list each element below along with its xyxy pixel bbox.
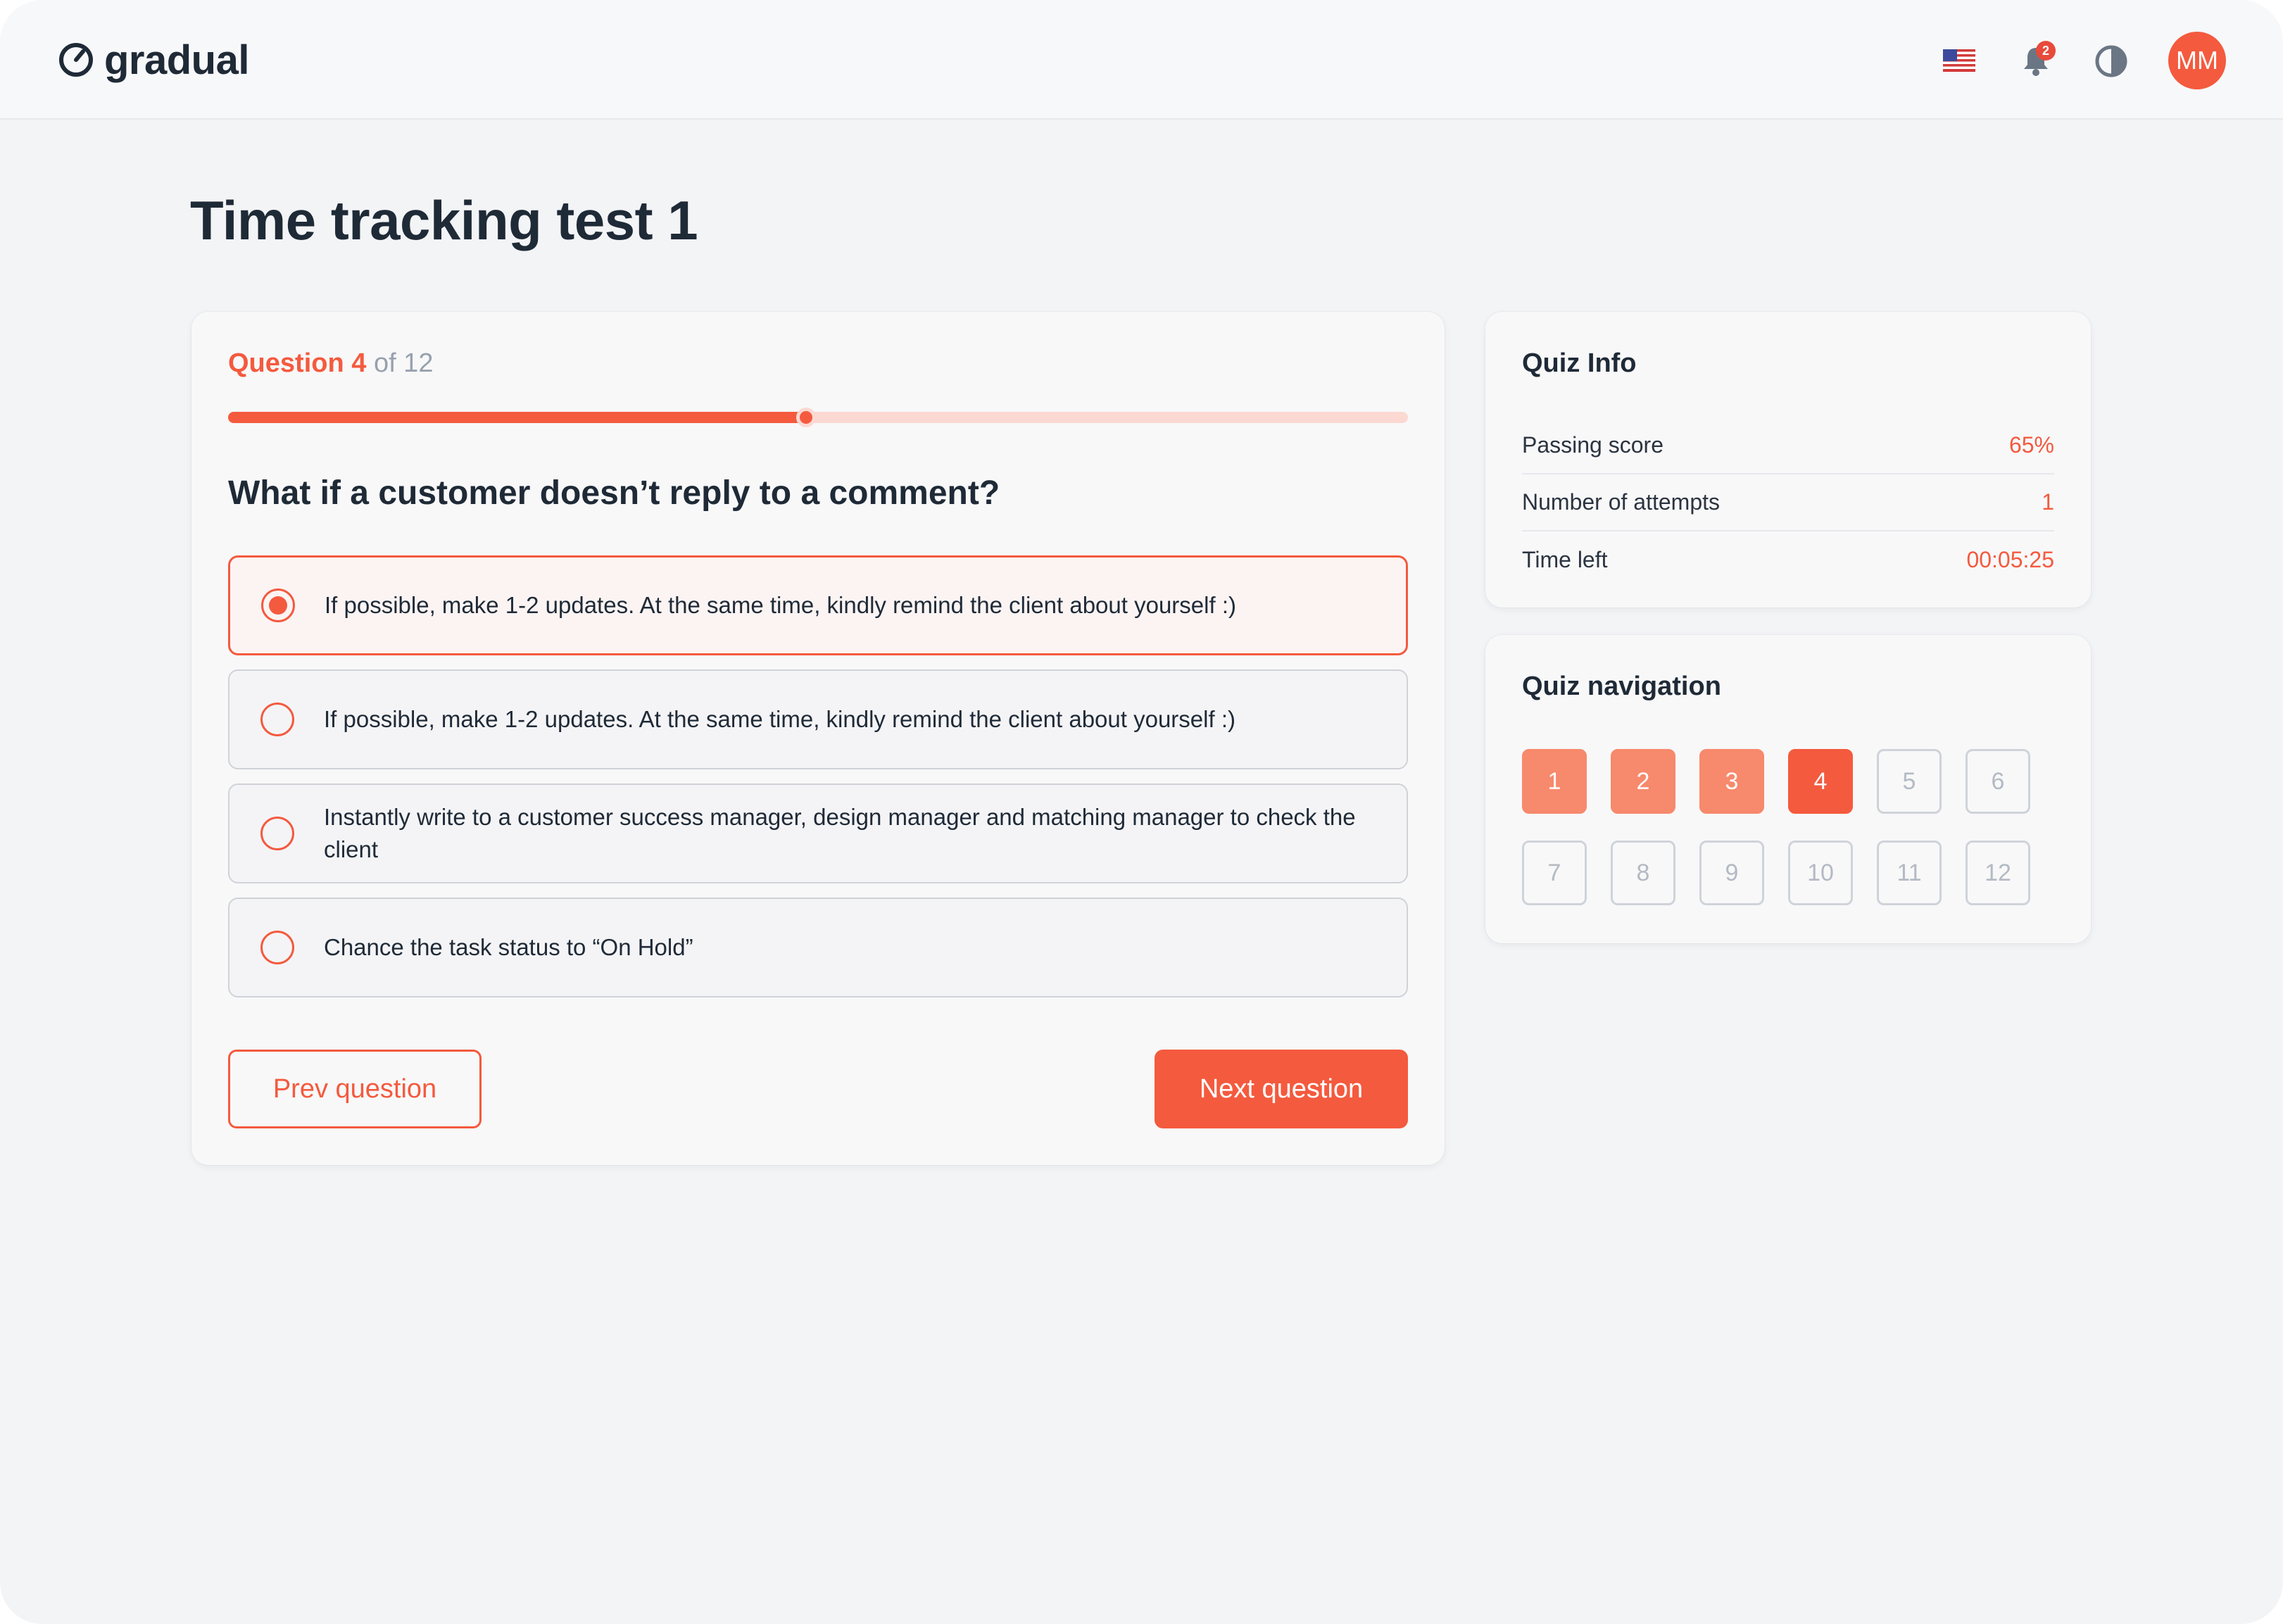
answer-option-text: If possible, make 1-2 updates. At the sa… [324, 706, 1235, 732]
contrast-toggle-icon[interactable] [2094, 44, 2129, 79]
question-text: What if a customer doesn’t reply to a co… [228, 474, 1000, 512]
logo[interactable]: gradual [58, 35, 250, 84]
info-row-time-left: Time left 00:05:25 [1522, 531, 2054, 588]
page-title: Time tracking test 1 [190, 189, 698, 251]
notification-badge: 2 [2036, 41, 2056, 61]
progress-bar [228, 408, 1408, 427]
question-nav-item[interactable]: 2 [1611, 749, 1675, 814]
next-question-button[interactable]: Next question [1155, 1050, 1408, 1128]
radio-button[interactable] [260, 931, 294, 964]
answer-option-2[interactable]: If possible, make 1-2 updates. At the sa… [228, 669, 1408, 769]
radio-button[interactable] [260, 703, 294, 736]
answer-option-text: If possible, make 1-2 updates. At the sa… [325, 592, 1236, 618]
answer-option-1[interactable]: If possible, make 1-2 updates. At the sa… [228, 555, 1408, 655]
question-nav-item[interactable]: 6 [1966, 749, 2030, 814]
gauge-icon [59, 43, 93, 77]
question-card: Question 4 of 12 What if a customer does… [191, 312, 1445, 1165]
question-nav-item[interactable]: 3 [1699, 749, 1764, 814]
question-nav-item[interactable]: 10 [1788, 841, 1853, 905]
question-nav-item[interactable]: 7 [1522, 841, 1587, 905]
current-question-label: Question 4 [228, 348, 367, 378]
answer-option-3[interactable]: Instantly write to a customer success ma… [228, 783, 1408, 883]
answer-options: If possible, make 1-2 updates. At the sa… [228, 555, 1408, 1012]
info-value: 1 [2042, 489, 2054, 515]
question-counter: Question 4 of 12 [228, 348, 433, 379]
quiz-info-card: Quiz Info Passing score 65% Number of at… [1485, 312, 2091, 608]
question-nav-item[interactable]: 8 [1611, 841, 1675, 905]
info-row-passing-score: Passing score 65% [1522, 417, 2054, 474]
info-label: Passing score [1522, 432, 1663, 458]
answer-option-4[interactable]: Chance the task status to “On Hold” [228, 898, 1408, 997]
question-nav-item[interactable]: 5 [1877, 749, 1942, 814]
question-nav-item[interactable]: 11 [1877, 841, 1942, 905]
quiz-navigation-title: Quiz navigation [1522, 672, 1721, 701]
prev-question-button[interactable]: Prev question [228, 1050, 482, 1128]
quiz-info-list: Passing score 65% Number of attempts 1 T… [1522, 417, 2054, 588]
radio-button[interactable] [260, 817, 294, 850]
info-label: Time left [1522, 547, 1608, 572]
quiz-navigation-card: Quiz navigation 1 2 3 4 5 6 7 8 9 10 11 … [1485, 635, 2091, 943]
us-flag-icon[interactable] [1943, 49, 1975, 72]
question-nav-item[interactable]: 1 [1522, 749, 1587, 814]
quiz-info-title: Quiz Info [1522, 348, 1637, 378]
question-nav-grid: 1 2 3 4 5 6 7 8 9 10 11 12 [1522, 749, 2054, 905]
app-window: gradual 2 MM Time tracking test 1 Questi… [0, 0, 2283, 1624]
info-value: 00:05:25 [1966, 547, 2054, 572]
answer-option-text: Chance the task status to “On Hold” [324, 934, 693, 960]
info-row-attempts: Number of attempts 1 [1522, 474, 2054, 531]
radio-button[interactable] [261, 588, 295, 622]
info-label: Number of attempts [1522, 489, 1720, 515]
question-nav-item[interactable]: 12 [1966, 841, 2030, 905]
progress-handle [796, 408, 817, 427]
answer-option-text: Instantly write to a customer success ma… [324, 804, 1356, 862]
avatar[interactable]: MM [2168, 32, 2226, 89]
total-questions-label: of 12 [373, 348, 434, 378]
info-value: 65% [2008, 432, 2054, 458]
question-nav-item[interactable]: 4 [1788, 749, 1853, 814]
progress-fill [228, 412, 807, 423]
logo-text: gradual [104, 37, 250, 83]
top-bar: gradual 2 MM [0, 0, 2283, 120]
question-nav-item[interactable]: 9 [1699, 841, 1764, 905]
